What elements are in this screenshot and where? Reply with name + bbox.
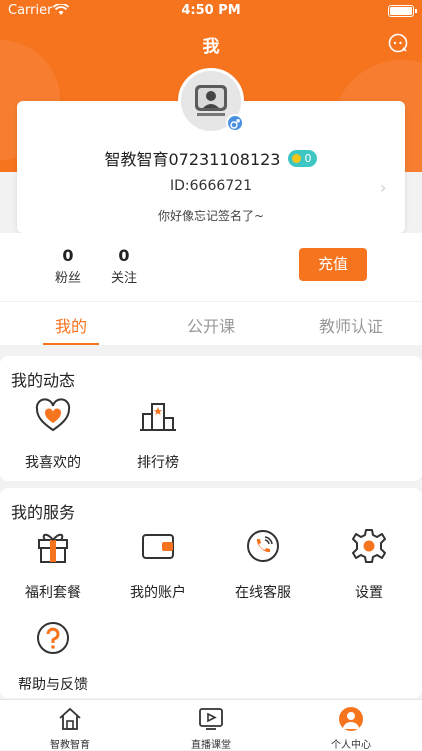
coin-badge[interactable]: 0	[288, 149, 318, 167]
user-signature: 你好像忘记签名了~	[157, 209, 265, 223]
video-icon	[161, 706, 261, 732]
item-label: 排行榜	[137, 455, 179, 471]
coin-icon	[292, 153, 302, 163]
my-services-section: 我的服务 福利套餐 我的账户 在线客服 设置 帮助与反馈	[0, 488, 422, 698]
profile-icon	[301, 706, 401, 732]
page-title: 我	[202, 37, 220, 57]
clock: 4:50 PM	[181, 3, 241, 18]
settings-item[interactable]: 设置	[325, 524, 413, 602]
active-tab-indicator	[43, 343, 99, 345]
tab-mine[interactable]: 我的	[11, 313, 131, 337]
section-title: 我的动态	[11, 371, 76, 390]
follow-count: 0	[118, 246, 130, 265]
chevron-right-icon[interactable]: ›	[380, 178, 386, 197]
item-label: 我的账户	[130, 585, 186, 601]
online-service-item[interactable]: 在线客服	[219, 524, 307, 602]
item-label: 设置	[355, 585, 383, 601]
item-label: 帮助与反馈	[18, 677, 88, 693]
follow-label: 关注	[110, 271, 137, 286]
nav-label: 个人中心	[331, 740, 371, 751]
nav-profile[interactable]: 个人中心	[301, 706, 401, 751]
status-bar: Carrier 4:50 PM	[0, 0, 422, 22]
help-feedback-item[interactable]: 帮助与反馈	[9, 616, 97, 694]
welfare-package-item[interactable]: 福利套餐	[9, 524, 97, 602]
user-name-row: 智教智育07231108123 0	[0, 146, 422, 170]
tab-open-course[interactable]: 公开课	[151, 313, 271, 337]
chat-bubble-icon[interactable]	[388, 33, 408, 53]
ranking-item[interactable]: 排行榜	[114, 394, 202, 472]
my-dynamics-section: 我的动态 我喜欢的 排行榜	[0, 356, 422, 481]
battery-icon	[388, 5, 417, 17]
section-title: 我的服务	[11, 503, 76, 522]
help-icon	[9, 616, 97, 660]
nav-label: 智教智育	[50, 740, 90, 751]
fans-stat[interactable]: 0 粉丝	[48, 246, 88, 286]
fans-count: 0	[62, 246, 74, 265]
gift-icon	[9, 524, 97, 568]
phone-icon	[219, 524, 307, 568]
tab-teacher-cert[interactable]: 教师认证	[291, 313, 411, 337]
ranking-icon	[114, 394, 202, 438]
user-name: 智教智育07231108123	[104, 150, 281, 169]
nav-home[interactable]: 智教智育	[20, 706, 120, 751]
my-account-item[interactable]: 我的账户	[114, 524, 202, 602]
item-label: 我喜欢的	[25, 455, 81, 471]
stats-bar: 0 粉丝 0 关注 充值	[0, 233, 422, 301]
male-icon	[226, 114, 244, 132]
gear-icon	[325, 524, 413, 568]
user-id: ID:6666721	[170, 178, 252, 194]
recharge-button[interactable]: 充值	[299, 248, 367, 281]
heart-icon	[9, 394, 97, 438]
item-label: 福利套餐	[25, 585, 81, 601]
wallet-icon	[114, 524, 202, 568]
home-icon	[20, 706, 120, 732]
content-tabs: 我的 公开课 教师认证	[0, 301, 422, 345]
coin-count: 0	[304, 151, 312, 165]
nav-live[interactable]: 直播课堂	[161, 706, 261, 751]
favorites-item[interactable]: 我喜欢的	[9, 394, 97, 472]
bottom-nav: 智教智育 直播课堂 个人中心	[0, 699, 422, 751]
fans-label: 粉丝	[54, 271, 81, 286]
item-label: 在线客服	[235, 585, 291, 601]
nav-label: 直播课堂	[191, 740, 231, 751]
follow-stat[interactable]: 0 关注	[104, 246, 144, 286]
